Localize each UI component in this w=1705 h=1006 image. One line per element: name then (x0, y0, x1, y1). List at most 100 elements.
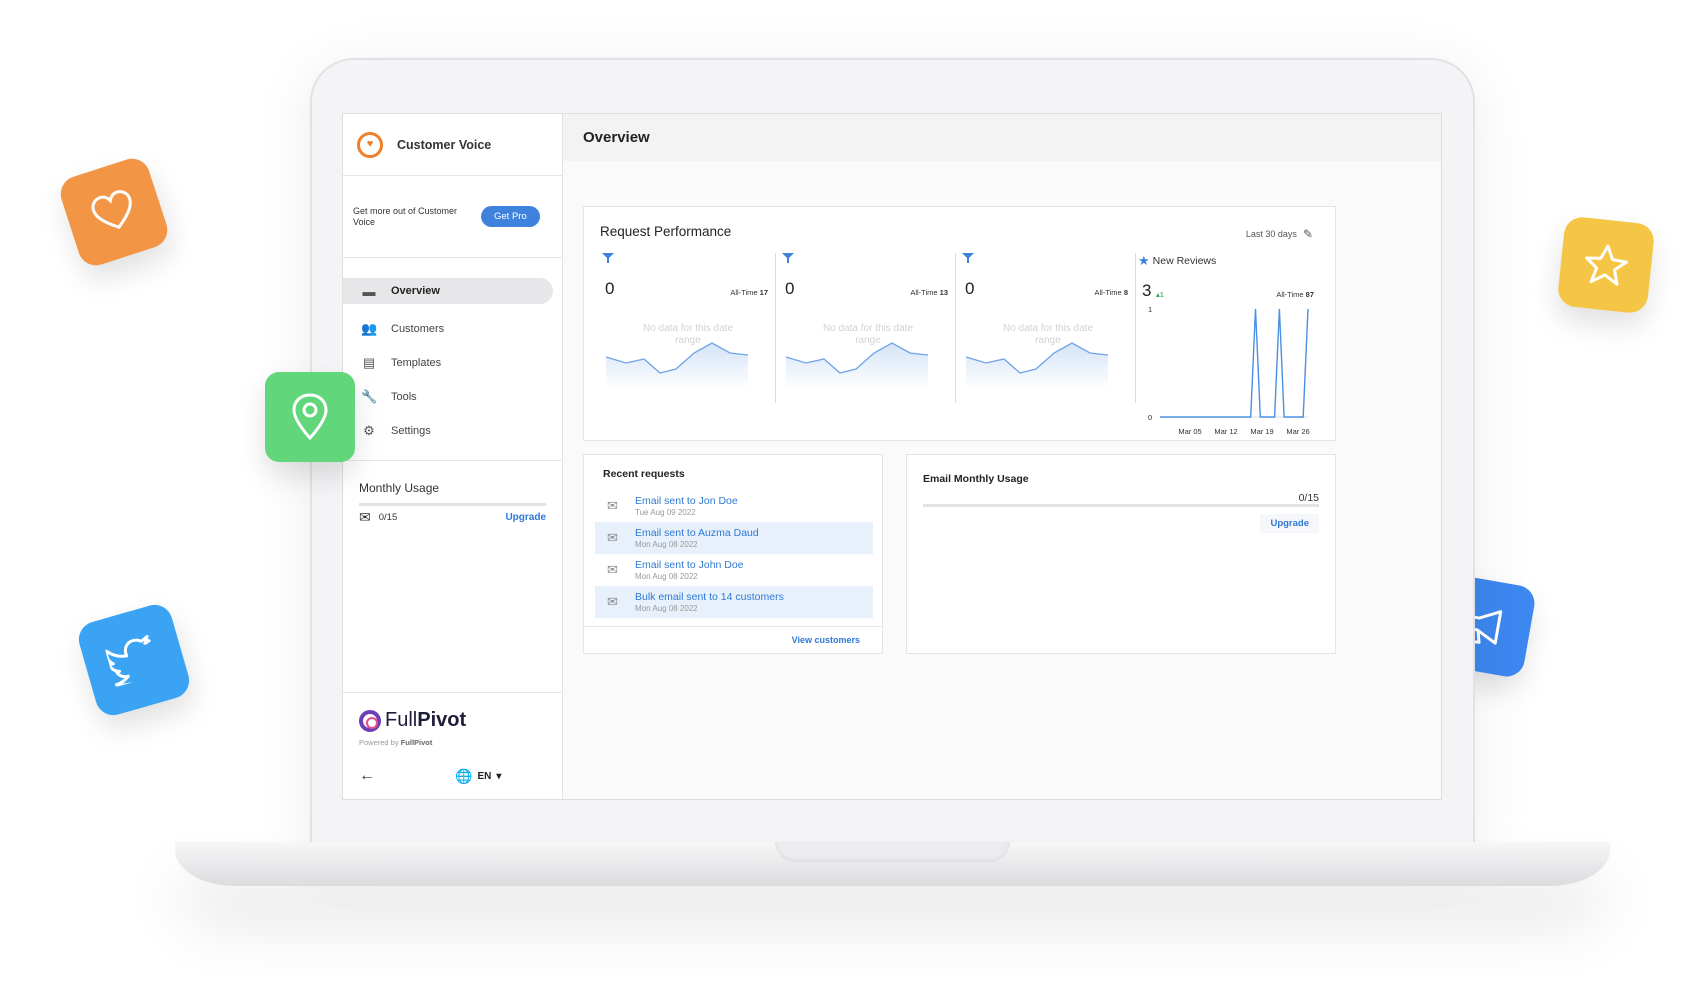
location-pin-icon (265, 372, 355, 462)
template-icon: ▤ (362, 355, 376, 370)
customer-voice-logo-icon: ♥ (357, 131, 383, 158)
mail-icon: ✉ (607, 498, 618, 513)
monthly-usage: Monthly Usage ✉ 0/15 Upgrade (343, 461, 562, 526)
email-usage-title: Email Monthly Usage (923, 473, 1029, 485)
sidebar-item-overview[interactable]: ▬ Overview (343, 278, 553, 304)
brand-header[interactable]: ♥ Customer Voice (343, 114, 562, 176)
metric-panel: 0 All-Time 13 No data for this date rang… (778, 253, 956, 407)
list-item[interactable]: ✉ Email sent to John Doe Mon Aug 08 2022 (595, 554, 873, 586)
recent-requests-card: Recent requests ✉ Email sent to Jon Doe … (583, 454, 883, 654)
sidebar-item-templates[interactable]: ▤ Templates (343, 346, 562, 380)
request-performance-title: Request Performance (600, 224, 732, 239)
pencil-icon: ✎ (1302, 227, 1313, 241)
globe-icon: 🌐 (455, 767, 473, 784)
wrench-icon: 🔧 (361, 389, 378, 404)
reviews-alltime: All-Time 87 (1276, 290, 1314, 299)
upgrade-button[interactable]: Upgrade (1260, 514, 1319, 533)
sidebar-nav: ▬ Overview 👥 Customers ▤ Templates 🔧 Too… (343, 258, 562, 461)
no-data-text: No data for this date range (822, 323, 914, 346)
email-usage-count: 0/15 (1298, 492, 1319, 504)
gear-icon: ⚙ (363, 423, 375, 438)
list-item[interactable]: ✉ Email sent to Jon Doe Tue Aug 09 2022 (595, 490, 873, 522)
recent-requests-list: ✉ Email sent to Jon Doe Tue Aug 09 2022 … (595, 490, 873, 618)
request-label[interactable]: Email sent to Auzma Daud (635, 527, 759, 539)
page-title: Overview (563, 114, 1441, 161)
email-usage-card: Email Monthly Usage 0/15 Upgrade (906, 454, 1336, 654)
funnel-icon (602, 253, 614, 263)
metric-value: 0 (785, 279, 795, 298)
monthly-usage-count: 0/15 (378, 512, 398, 523)
sidebar-item-settings[interactable]: ⚙ Settings (343, 414, 562, 448)
metric-panel: 0 All-Time 17 No data for this date rang… (598, 253, 776, 407)
mail-icon: ✉ (607, 594, 618, 609)
monthly-usage-title: Monthly Usage (359, 481, 440, 495)
new-reviews-chart: 0 1 Mar 05 Mar 12 Mar 19 Mar 26 (1148, 305, 1310, 436)
list-item[interactable]: ✉ Email sent to Auzma Daud Mon Aug 08 20… (595, 522, 873, 554)
y-tick-label: 0 (1148, 413, 1152, 422)
sidebar-footer: Full Pivot Powered by FullPivot ← 🌐 EN ▾ (343, 692, 563, 785)
mail-icon: ✉ (359, 509, 371, 525)
star-icon: ★ (1138, 253, 1150, 268)
request-date: Mon Aug 08 2022 (635, 572, 698, 581)
promo-banner: Get more out of Customer Voice Get Pro (343, 176, 562, 258)
funnel-icon (782, 253, 794, 263)
x-tick-label: Mar 05 (1178, 427, 1201, 436)
sidebar-item-customers[interactable]: 👥 Customers (343, 312, 562, 346)
request-date: Mon Aug 08 2022 (635, 604, 698, 613)
heart-icon (56, 154, 172, 270)
funnel-icon (962, 253, 974, 263)
powered-brand: FullPivot (400, 738, 433, 747)
footer-controls: ← 🌐 EN ▾ (359, 767, 547, 785)
no-data-text: No data for this date range (642, 323, 734, 346)
upgrade-link[interactable]: Upgrade (505, 512, 546, 523)
language-selector[interactable]: 🌐 EN ▾ (455, 768, 501, 785)
promo-text: Get more out of Customer Voice (353, 206, 458, 227)
request-label[interactable]: Bulk email sent to 14 customers (635, 591, 784, 603)
monthly-usage-bar (359, 503, 546, 506)
monthly-usage-row: ✉ 0/15 Upgrade (359, 509, 546, 526)
fullpivot-brand-bold: Pivot (417, 709, 467, 731)
request-performance-card: Request Performance Last 30 days ✎ 0 All… (583, 206, 1336, 441)
sidebar-item-label: Overview (391, 285, 440, 297)
powered-prefix: Powered by (359, 738, 399, 747)
laptop-notch (775, 842, 1010, 862)
mail-icon: ✉ (607, 530, 618, 545)
view-customers-link[interactable]: View customers (792, 635, 860, 645)
list-item[interactable]: ✉ Bulk email sent to 14 customers Mon Au… (595, 586, 873, 618)
fullpivot-logo: Full Pivot (359, 709, 547, 732)
fullpivot-brand-light: Full (385, 709, 418, 731)
main-content: Overview Request Performance Last 30 day… (563, 114, 1441, 799)
new-reviews-panel: ★ New Reviews 3 ▴1 All-Time 87 0 1 Mar 05 M… (1138, 253, 1318, 438)
request-label[interactable]: Email sent to Jon Doe (635, 495, 738, 507)
sidebar-item-label: Templates (391, 357, 442, 369)
x-tick-label: Mar 19 (1250, 427, 1273, 436)
language-code: EN (477, 770, 492, 782)
get-pro-button[interactable]: Get Pro (481, 206, 540, 227)
people-icon: 👥 (361, 321, 378, 336)
sidebar-item-tools[interactable]: 🔧 Tools (343, 380, 562, 414)
metric-alltime: All-Time 17 (730, 288, 768, 297)
metric-panel: 0 All-Time 8 No data for this date range (958, 253, 1136, 407)
email-usage-bar (923, 504, 1319, 507)
request-date: Mon Aug 08 2022 (635, 540, 698, 549)
sidebar-item-label: Tools (391, 391, 417, 403)
request-label[interactable]: Email sent to John Doe (635, 559, 744, 571)
star-icon (1556, 215, 1656, 315)
twitter-bird-icon (74, 600, 194, 720)
app-name: Customer Voice (397, 137, 492, 152)
metric-value: 0 (605, 279, 615, 298)
new-reviews-title: ★ New Reviews (1138, 253, 1217, 268)
fullpivot-logo-icon (359, 709, 381, 732)
y-tick-label: 1 (1148, 305, 1152, 314)
divider (584, 626, 882, 627)
metric-divider (775, 253, 776, 403)
series-line (1160, 308, 1309, 418)
sidebar: ♥ Customer Voice Get more out of Custome… (343, 114, 563, 799)
recent-requests-title: Recent requests (603, 468, 685, 480)
metric-divider (955, 253, 956, 403)
back-arrow-icon[interactable]: ← (359, 767, 375, 785)
date-range-button[interactable]: Last 30 days ✎ (1246, 227, 1313, 241)
reviews-value: 3 (1142, 281, 1152, 300)
sidebar-item-label: Customers (391, 323, 445, 335)
sidebar-item-label: Settings (391, 425, 431, 437)
